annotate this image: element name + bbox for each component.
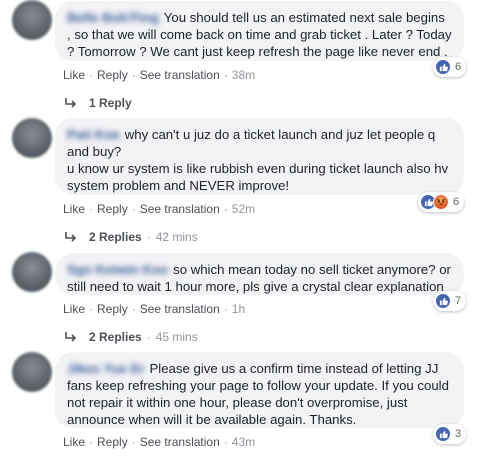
comment-timestamp[interactable]: 52m [232, 202, 255, 216]
commenter-name[interactable]: Belle Bob'Fing [67, 9, 159, 26]
comment-bubble: Jikes Yue Er Please give us a confirm tim… [55, 352, 464, 428]
commenter-name[interactable]: Sgo Ketwin Koo [67, 261, 168, 278]
separator: · [223, 435, 228, 449]
view-replies[interactable]: 2 Replies · 42 mins [65, 230, 198, 244]
reaction-count: 3 [455, 428, 462, 440]
separator: · [146, 330, 151, 344]
replies-label[interactable]: 2 Replies [89, 230, 142, 244]
reply-link[interactable]: Reply [97, 435, 128, 449]
avatar[interactable] [12, 118, 52, 158]
comment-bubble: Sgo Ketwin Koo so which mean today no sel… [55, 253, 464, 295]
like-link[interactable]: Like [63, 302, 85, 316]
separator: · [146, 230, 151, 244]
commenter-name[interactable]: Jikes Yue Er [67, 360, 144, 377]
comment-bubble: Pati Koe why can't u juz do a ticket laun… [55, 118, 464, 195]
comment-actions: Like · Reply · See translation · 38m [63, 68, 255, 82]
separator: · [223, 302, 228, 316]
like-link[interactable]: Like [63, 435, 85, 449]
see-translation-link[interactable]: See translation [140, 68, 220, 82]
see-translation-link[interactable]: See translation [140, 302, 220, 316]
separator: · [223, 68, 228, 82]
commenter-name[interactable]: Pati Koe [67, 126, 120, 143]
separator: · [131, 435, 136, 449]
separator: · [89, 202, 94, 216]
avatar[interactable] [12, 352, 52, 392]
comment-timestamp[interactable]: 1h [232, 302, 245, 316]
reply-arrow-icon [65, 332, 77, 342]
separator: · [131, 68, 136, 82]
reply-link[interactable]: Reply [97, 68, 128, 82]
like-link[interactable]: Like [63, 202, 85, 216]
separator: · [89, 68, 94, 82]
reaction-summary[interactable]: 6 [433, 57, 467, 77]
separator: · [89, 302, 94, 316]
reaction-count: 6 [453, 196, 460, 208]
separator: · [131, 202, 136, 216]
like-link[interactable]: Like [63, 68, 85, 82]
comment-timestamp[interactable]: 43m [232, 435, 255, 449]
comment-text: why can't u juz do a ticket launch and j… [67, 127, 449, 193]
view-replies[interactable]: 1 Reply [65, 96, 132, 110]
reaction-summary[interactable]: 3 [433, 424, 467, 444]
reaction-count: 7 [455, 295, 462, 307]
like-icon [435, 59, 451, 75]
reply-link[interactable]: Reply [97, 202, 128, 216]
comment-bubble: Belle Bob'Fing You should tell us an esti… [55, 1, 464, 61]
reply-link[interactable]: Reply [97, 302, 128, 316]
separator: · [131, 302, 136, 316]
reaction-summary[interactable]: 7 [433, 291, 467, 311]
separator: · [89, 435, 94, 449]
see-translation-link[interactable]: See translation [140, 202, 220, 216]
avatar[interactable] [12, 252, 52, 292]
comment-actions: Like · Reply · See translation · 1h [63, 302, 245, 316]
avatar[interactable] [12, 0, 52, 40]
reply-arrow-icon [65, 232, 77, 242]
view-replies[interactable]: 2 Replies · 45 mins [65, 330, 198, 344]
separator: · [223, 202, 228, 216]
reply-arrow-icon [65, 98, 77, 108]
reaction-count: 6 [455, 61, 462, 73]
replies-label[interactable]: 1 Reply [89, 96, 132, 110]
see-translation-link[interactable]: See translation [140, 435, 220, 449]
replies-timestamp: 45 mins [155, 330, 198, 344]
comment-actions: Like · Reply · See translation · 52m [63, 202, 255, 216]
reaction-summary[interactable]: 6 [418, 192, 465, 212]
comment-actions: Like · Reply · See translation · 43m [63, 435, 255, 449]
like-icon [435, 426, 451, 442]
replies-timestamp: 42 mins [155, 230, 198, 244]
like-icon [435, 293, 451, 309]
replies-label[interactable]: 2 Replies [89, 330, 142, 344]
comment-timestamp[interactable]: 38m [232, 68, 255, 82]
angry-icon [433, 194, 449, 210]
